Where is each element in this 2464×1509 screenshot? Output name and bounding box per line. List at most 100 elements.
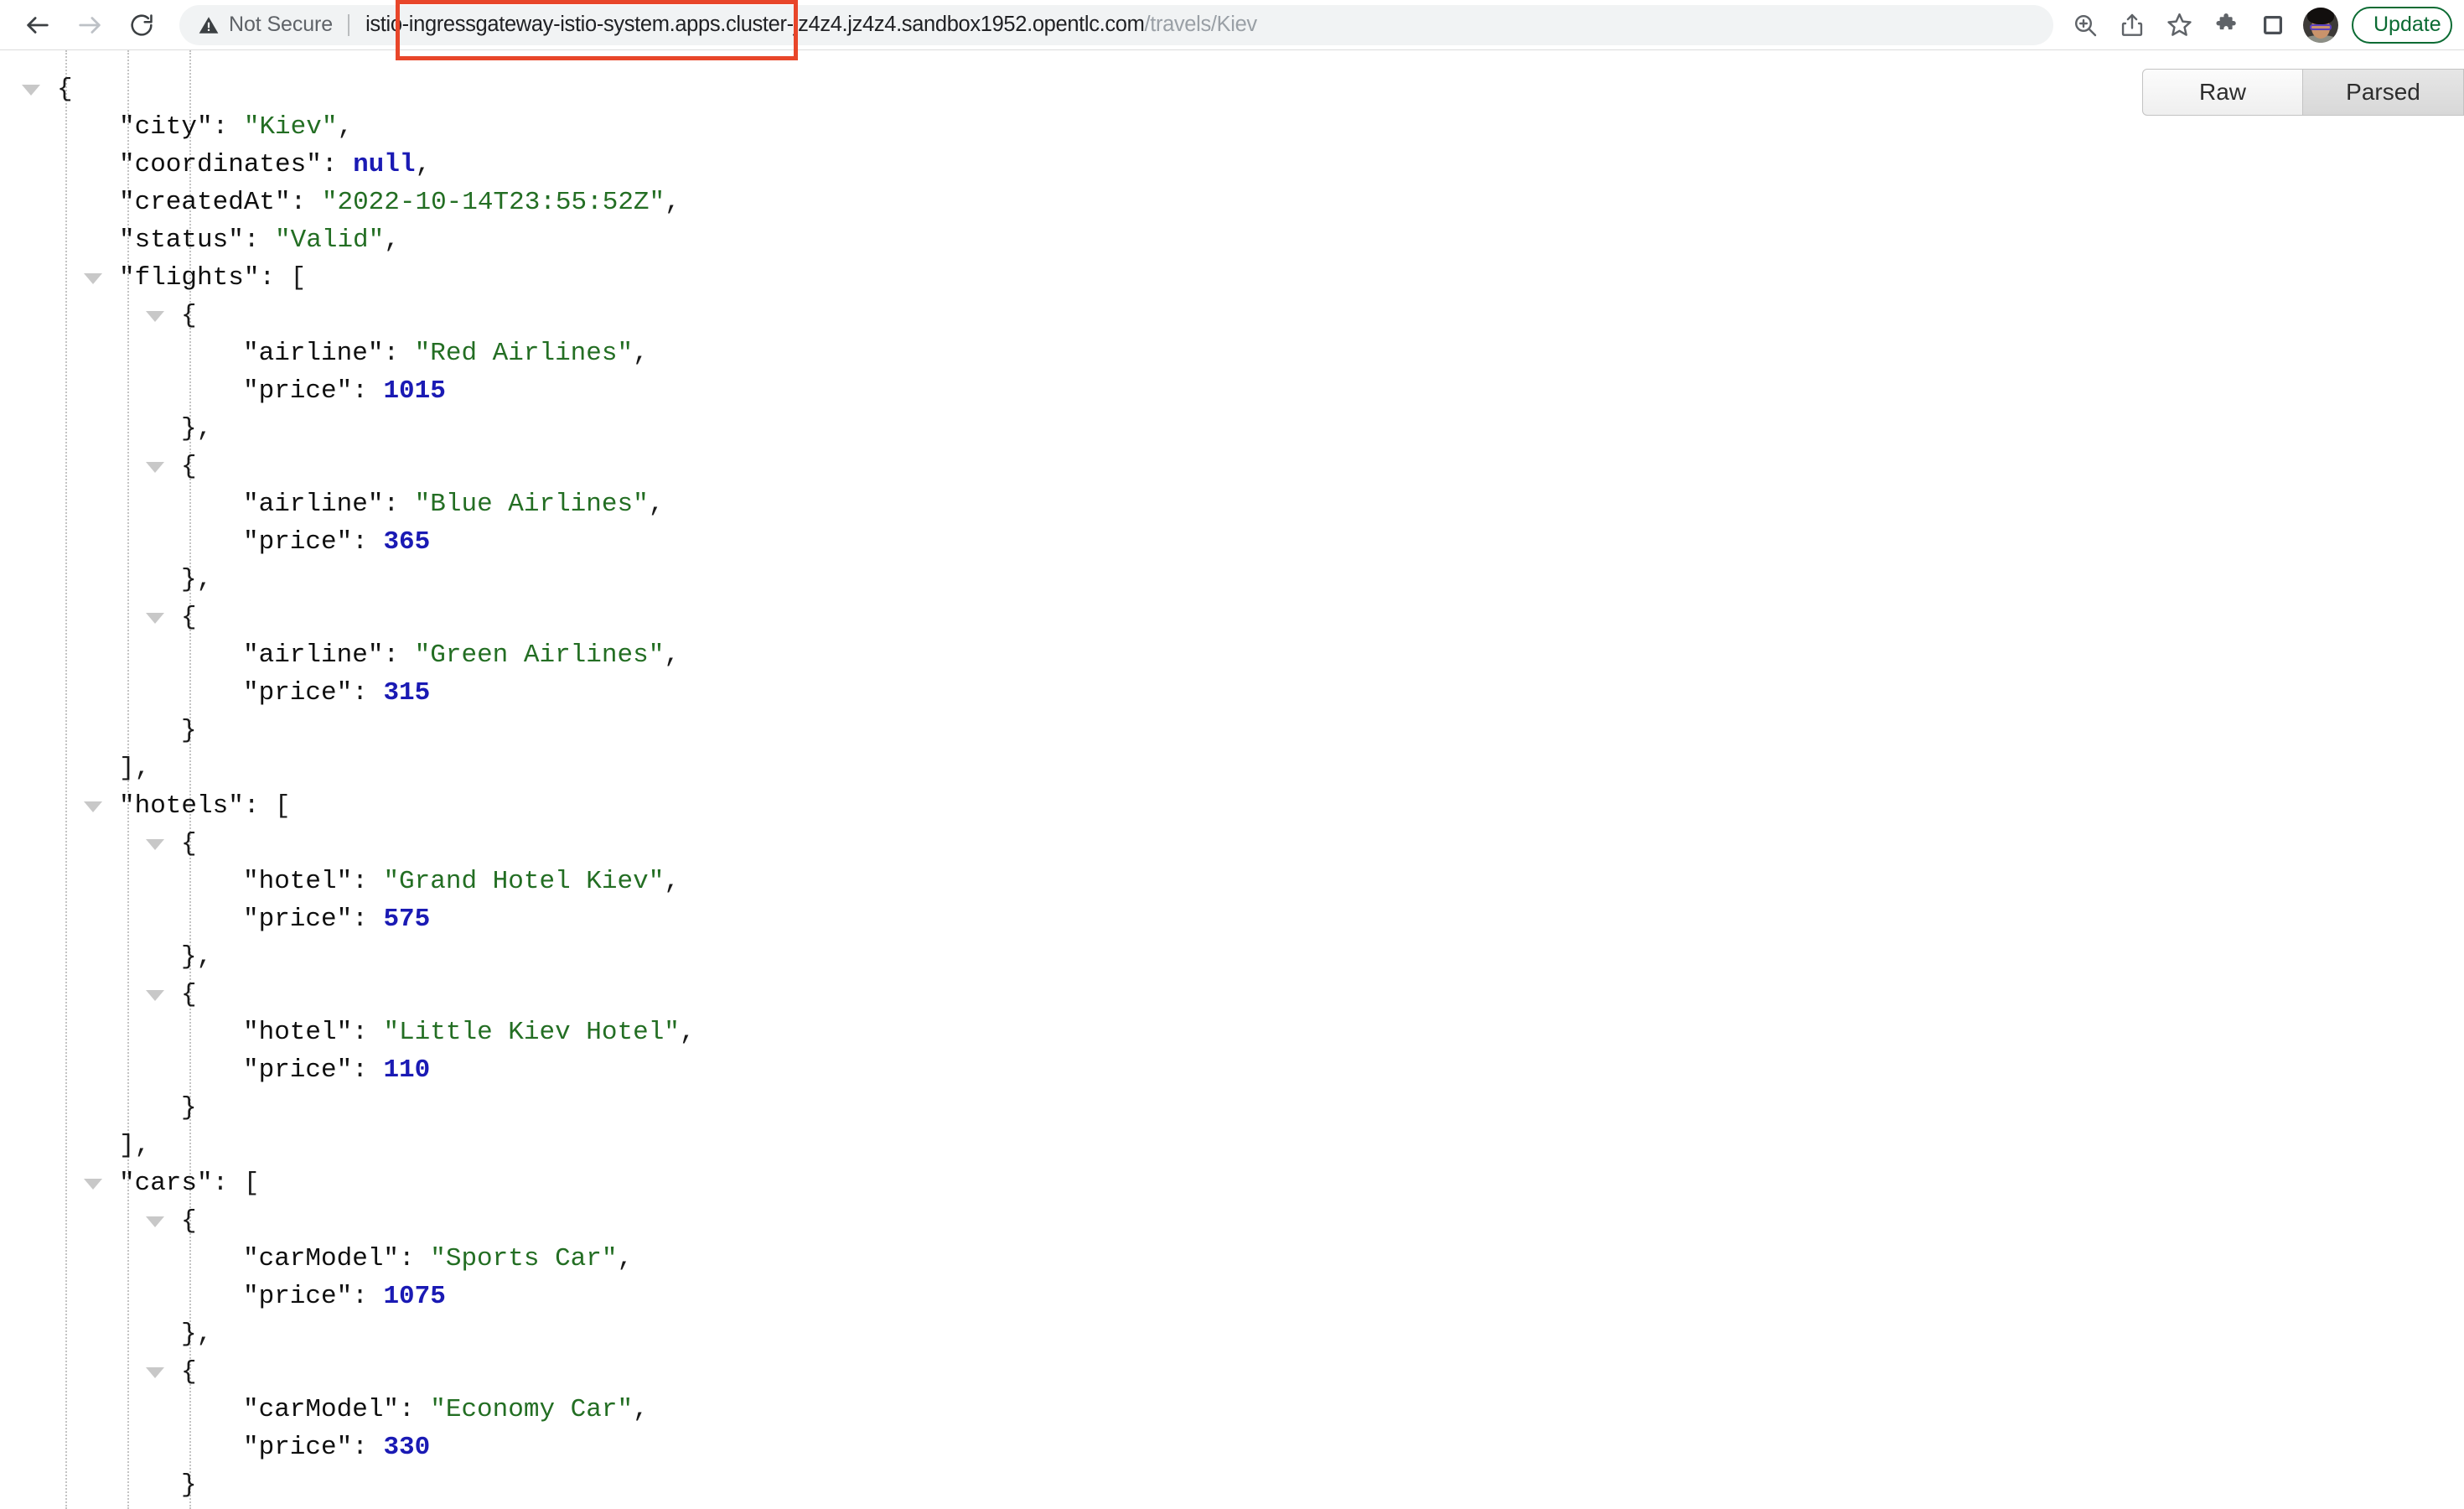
url-wrap[interactable]: istio-ingressgateway-istio-system.apps.c… <box>365 13 2038 37</box>
json-value: "Kiev" <box>243 112 338 142</box>
json-value: 1015 <box>383 376 446 406</box>
json-line-content: ], <box>119 749 150 787</box>
view-tab-parsed[interactable]: Parsed <box>2303 69 2464 116</box>
json-line-content: "city": "Kiev", <box>119 108 353 146</box>
security-label: Not Secure <box>229 13 334 36</box>
json-line-content: "price": 110 <box>243 1051 430 1089</box>
json-line: } <box>0 1466 2464 1504</box>
side-panel-icon <box>2264 15 2282 34</box>
collapse-triangle-icon[interactable] <box>146 1216 164 1227</box>
json-line-content: "price": 365 <box>243 523 430 561</box>
json-value: "Valid" <box>275 226 385 255</box>
json-line: { <box>0 825 2464 863</box>
json-line: { <box>0 70 2464 108</box>
json-colon: : <box>352 1055 384 1085</box>
json-line: "price": 110 <box>0 1051 2464 1089</box>
json-punctuation: } <box>181 1093 197 1123</box>
json-line: }, <box>0 561 2464 599</box>
json-comma: , <box>648 490 665 519</box>
json-line: { <box>0 297 2464 334</box>
json-line: }, <box>0 938 2464 976</box>
json-value: 1075 <box>383 1282 446 1311</box>
json-key: "hotels" <box>119 791 244 821</box>
collapse-triangle-icon[interactable] <box>146 1367 164 1378</box>
extensions-button[interactable] <box>2203 2 2249 49</box>
json-line: { <box>0 1353 2464 1391</box>
side-panel-button[interactable] <box>2249 2 2296 49</box>
collapse-triangle-icon[interactable] <box>146 613 164 624</box>
collapse-triangle-icon[interactable] <box>84 801 102 812</box>
json-line: } <box>0 712 2464 749</box>
json-line-content: } <box>181 712 197 749</box>
json-line: "city": "Kiev", <box>0 108 2464 146</box>
json-key: "price" <box>243 1055 353 1085</box>
view-tab-raw[interactable]: Raw <box>2142 69 2303 116</box>
json-key: "status" <box>119 226 244 255</box>
warning-triangle-icon <box>199 16 219 34</box>
json-line-content: ], <box>119 1127 150 1164</box>
reload-button[interactable] <box>116 2 168 49</box>
json-line: "createdAt": "2022-10-14T23:55:52Z", <box>0 184 2464 221</box>
json-value: "Sports Car" <box>430 1244 618 1273</box>
json-line: "carModel": "Sports Car", <box>0 1240 2464 1278</box>
json-colon: : <box>290 188 322 217</box>
view-mode-toggle: Raw Parsed <box>2142 69 2464 116</box>
json-value: "Little Kiev Hotel" <box>383 1018 680 1047</box>
back-button[interactable] <box>12 2 64 49</box>
json-key: "carModel" <box>243 1244 400 1273</box>
browser-actions: Update <box>2062 2 2452 49</box>
json-line-content: }, <box>181 938 212 976</box>
address-bar[interactable]: Not Secure istio-ingressgateway-istio-sy… <box>179 4 2053 45</box>
json-colon: : <box>212 112 244 142</box>
json-value: 365 <box>383 527 431 557</box>
share-button[interactable] <box>2109 2 2156 49</box>
json-colon: : <box>243 226 276 255</box>
collapse-triangle-icon[interactable] <box>146 839 164 850</box>
json-punctuation: ], <box>119 1131 151 1160</box>
json-line: "flights": [ <box>0 259 2464 297</box>
json-line: "airline": "Blue Airlines", <box>0 485 2464 523</box>
json-line: "price": 330 <box>0 1429 2464 1466</box>
json-line-content: { <box>181 297 197 334</box>
bookmark-button[interactable] <box>2156 2 2203 49</box>
json-key: "flights" <box>119 263 260 293</box>
json-line-content: "price": 315 <box>243 674 430 712</box>
json-line-content: { <box>181 1202 197 1240</box>
json-line-content: "price": 1015 <box>243 372 446 410</box>
json-colon: : <box>383 339 415 368</box>
collapse-triangle-icon[interactable] <box>146 462 164 473</box>
json-line-content: "status": "Valid", <box>119 221 400 259</box>
json-punctuation: { <box>181 301 197 330</box>
json-line: "price": 315 <box>0 674 2464 712</box>
json-punctuation: { <box>57 75 73 104</box>
avatar[interactable] <box>2303 7 2338 43</box>
security-chip[interactable]: Not Secure <box>198 13 348 37</box>
zoom-in-button[interactable] <box>2062 2 2109 49</box>
collapse-triangle-icon[interactable] <box>146 990 164 1001</box>
json-line-content: "airline": "Blue Airlines", <box>243 485 664 523</box>
json-colon: : <box>259 263 291 293</box>
collapse-triangle-icon[interactable] <box>84 1179 102 1190</box>
json-line: }, <box>0 410 2464 448</box>
json-colon: : <box>352 1433 384 1462</box>
collapse-triangle-icon[interactable] <box>84 273 102 284</box>
json-key: "coordinates" <box>119 150 322 179</box>
json-colon: : <box>352 376 384 406</box>
collapse-triangle-icon[interactable] <box>146 311 164 322</box>
json-punctuation: { <box>181 452 197 481</box>
json-punctuation: }, <box>181 942 213 972</box>
json-punctuation: }, <box>181 565 213 594</box>
json-colon: : <box>352 905 384 934</box>
json-line: "price": 1015 <box>0 372 2464 410</box>
json-comma: , <box>415 150 432 179</box>
json-line-content: "hotels": [ <box>119 787 291 825</box>
json-value: "2022-10-14T23:55:52Z" <box>321 188 665 217</box>
collapse-triangle-icon[interactable] <box>22 85 40 96</box>
update-button[interactable]: Update <box>2352 6 2452 44</box>
json-key: "cars" <box>119 1169 213 1198</box>
json-key: "price" <box>243 1282 353 1311</box>
url-path: /travels/Kiev <box>1144 13 1257 36</box>
json-line-content: }, <box>181 410 212 448</box>
json-key: "hotel" <box>243 867 353 896</box>
json-value: "Blue Airlines" <box>414 490 649 519</box>
